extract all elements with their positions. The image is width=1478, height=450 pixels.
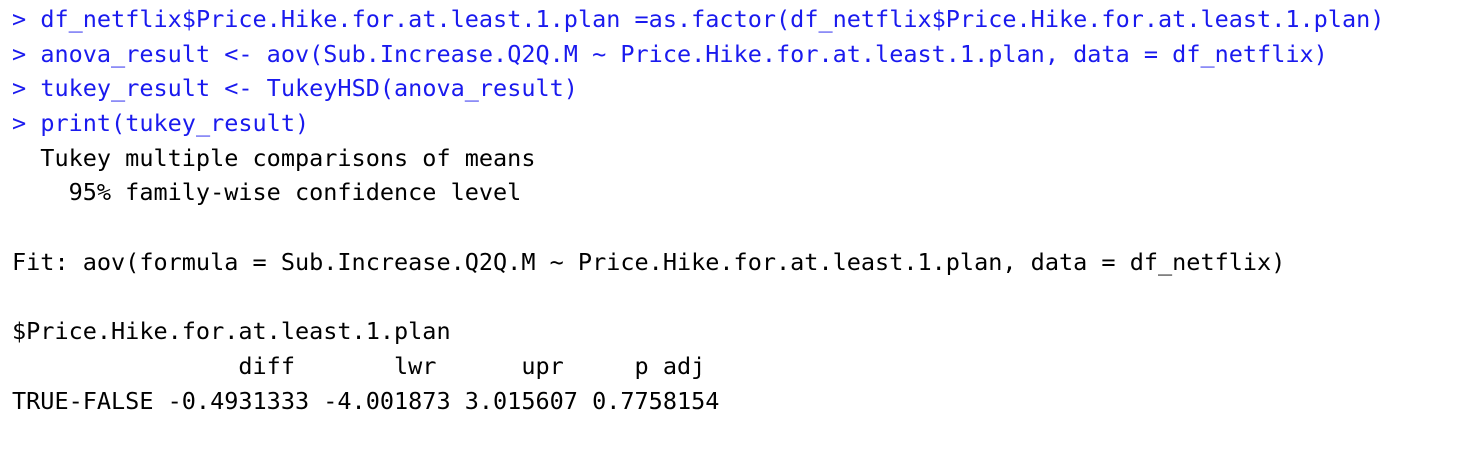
- command-line-4: > print(tukey_result): [12, 106, 1478, 141]
- command-line-3: > tukey_result <- TukeyHSD(anova_result): [12, 71, 1478, 106]
- output-header-title: Tukey multiple comparisons of means: [12, 143, 536, 172]
- command-text: print(tukey_result): [40, 109, 310, 138]
- command-line-1: > df_netflix$Price.Hike.for.at.least.1.p…: [12, 2, 1478, 37]
- prompt-symbol: >: [12, 109, 27, 138]
- output-table-row: TRUE-FALSE -0.4931333 -4.001873 3.015607…: [12, 386, 720, 415]
- command-text: df_netflix$Price.Hike.for.at.least.1.pla…: [40, 5, 1385, 33]
- command-text: anova_result <- aov(Sub.Increase.Q2Q.M ~…: [40, 39, 1328, 68]
- output-header-confidence: 95% family-wise confidence level: [12, 178, 522, 207]
- prompt-symbol: >: [12, 39, 27, 68]
- prompt-symbol: >: [12, 5, 27, 33]
- output-section-name: $Price.Hike.for.at.least.1.plan: [12, 317, 451, 346]
- output-fit-line: Fit: aov(formula = Sub.Increase.Q2Q.M ~ …: [12, 247, 1286, 276]
- command-line-2: > anova_result <- aov(Sub.Increase.Q2Q.M…: [12, 37, 1478, 72]
- prompt-symbol: >: [12, 74, 27, 103]
- command-text: tukey_result <- TukeyHSD(anova_result): [40, 74, 578, 103]
- output-table-header: diff lwr upr p adj: [12, 351, 706, 380]
- r-console[interactable]: > df_netflix$Price.Hike.for.at.least.1.p…: [12, 2, 1478, 450]
